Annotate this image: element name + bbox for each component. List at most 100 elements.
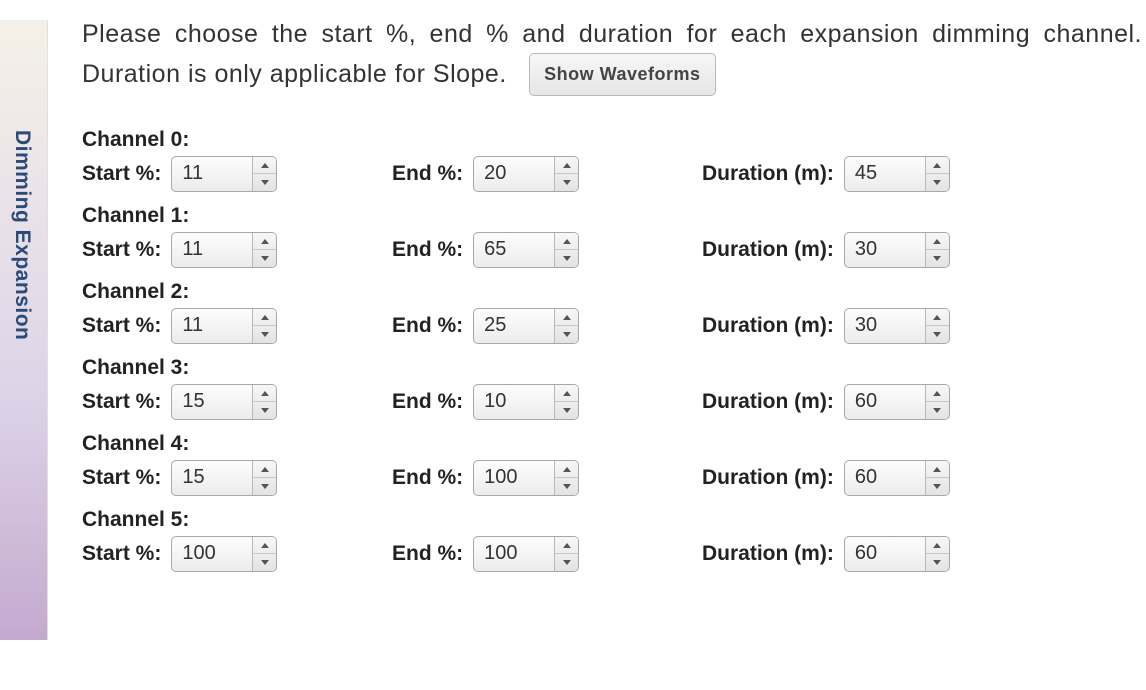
channel-4-end-input[interactable] xyxy=(474,461,554,495)
channel-2-duration-decrement-button[interactable] xyxy=(926,325,949,343)
channel-5-duration-stepper xyxy=(925,537,949,571)
channel-4-start-increment-button[interactable] xyxy=(253,461,276,478)
channel-3-end-spinner xyxy=(473,384,579,420)
channel-5-start-decrement-button[interactable] xyxy=(253,553,276,571)
channel-0-end-input[interactable] xyxy=(474,157,554,191)
channel-0-duration-increment-button[interactable] xyxy=(926,157,949,174)
duration-label: Duration (m): xyxy=(702,466,834,490)
channel-0-end-increment-button[interactable] xyxy=(555,157,578,174)
channel-5-label: Channel 5: xyxy=(82,508,1146,532)
channel-2-start-increment-button[interactable] xyxy=(253,309,276,326)
channel-1-end-decrement-button[interactable] xyxy=(555,249,578,267)
chevron-up-icon xyxy=(261,391,269,396)
channel-1-start-increment-button[interactable] xyxy=(253,233,276,250)
channel-1-duration-input[interactable] xyxy=(845,233,925,267)
channel-5-end-spinner xyxy=(473,536,579,572)
sidebar-label: Dimming Expansion xyxy=(10,130,34,340)
channel-4-end-increment-button[interactable] xyxy=(555,461,578,478)
channel-1-end-increment-button[interactable] xyxy=(555,233,578,250)
channel-1-duration-spinner xyxy=(844,232,950,268)
chevron-up-icon xyxy=(563,163,571,168)
channel-3-duration-input[interactable] xyxy=(845,385,925,419)
channel-5-end-increment-button[interactable] xyxy=(555,537,578,554)
channel-0-duration-spinner xyxy=(844,156,950,192)
channel-0-duration-decrement-button[interactable] xyxy=(926,173,949,191)
channel-4-duration-decrement-button[interactable] xyxy=(926,477,949,495)
channel-5-duration-decrement-button[interactable] xyxy=(926,553,949,571)
channel-2-end-input[interactable] xyxy=(474,309,554,343)
channel-4-start-spinner xyxy=(171,460,277,496)
channel-3-end-input[interactable] xyxy=(474,385,554,419)
channel-2-label: Channel 2: xyxy=(82,280,1146,304)
start-label: Start %: xyxy=(82,390,161,414)
channel-1-label: Channel 1: xyxy=(82,204,1146,228)
channel-3-row: Start %: End %: Duration (m): xyxy=(82,384,1146,420)
channel-2-duration-spinner xyxy=(844,308,950,344)
channel-2-duration-increment-button[interactable] xyxy=(926,309,949,326)
channel-2-duration-input[interactable] xyxy=(845,309,925,343)
channel-5-duration-input[interactable] xyxy=(845,537,925,571)
channel-2-start-decrement-button[interactable] xyxy=(253,325,276,343)
channel-2-end-stepper xyxy=(554,309,578,343)
chevron-up-icon xyxy=(563,543,571,548)
channel-0-start-stepper xyxy=(252,157,276,191)
channel-3-start-decrement-button[interactable] xyxy=(253,401,276,419)
channel-5-end-decrement-button[interactable] xyxy=(555,553,578,571)
channel-4-duration-increment-button[interactable] xyxy=(926,461,949,478)
chevron-up-icon xyxy=(261,239,269,244)
channel-1-duration-decrement-button[interactable] xyxy=(926,249,949,267)
chevron-down-icon xyxy=(261,180,269,185)
channel-5-duration-increment-button[interactable] xyxy=(926,537,949,554)
channel-5-end-input[interactable] xyxy=(474,537,554,571)
channel-4-duration-input[interactable] xyxy=(845,461,925,495)
channel-3-duration-increment-button[interactable] xyxy=(926,385,949,402)
chevron-up-icon xyxy=(933,467,941,472)
channel-5-start-increment-button[interactable] xyxy=(253,537,276,554)
instructions-text: Please choose the start %, end % and dur… xyxy=(82,14,1146,98)
channel-2-end-decrement-button[interactable] xyxy=(555,325,578,343)
channel-0-start-input[interactable] xyxy=(172,157,252,191)
end-label: End %: xyxy=(392,466,463,490)
end-label: End %: xyxy=(392,162,463,186)
channel-1-end-stepper xyxy=(554,233,578,267)
channel-0-label: Channel 0: xyxy=(82,128,1146,152)
channel-3-start-input[interactable] xyxy=(172,385,252,419)
start-label: Start %: xyxy=(82,542,161,566)
channel-2-start-stepper xyxy=(252,309,276,343)
start-label: Start %: xyxy=(82,314,161,338)
chevron-down-icon xyxy=(933,560,941,565)
sidebar-tab[interactable]: Dimming Expansion xyxy=(0,20,48,640)
chevron-down-icon xyxy=(933,484,941,489)
channel-4-end-decrement-button[interactable] xyxy=(555,477,578,495)
channel-4-start-input[interactable] xyxy=(172,461,252,495)
channel-3-duration-decrement-button[interactable] xyxy=(926,401,949,419)
channel-3-end-decrement-button[interactable] xyxy=(555,401,578,419)
duration-label: Duration (m): xyxy=(702,238,834,262)
channel-0-start-increment-button[interactable] xyxy=(253,157,276,174)
end-label: End %: xyxy=(392,542,463,566)
channel-1-end-input[interactable] xyxy=(474,233,554,267)
chevron-down-icon xyxy=(933,180,941,185)
channel-0-end-decrement-button[interactable] xyxy=(555,173,578,191)
channel-0-end-spinner xyxy=(473,156,579,192)
channel-0-end-stepper xyxy=(554,157,578,191)
channel-2-end-increment-button[interactable] xyxy=(555,309,578,326)
chevron-down-icon xyxy=(563,408,571,413)
channel-1-start-input[interactable] xyxy=(172,233,252,267)
channel-1-duration-increment-button[interactable] xyxy=(926,233,949,250)
channel-3-end-increment-button[interactable] xyxy=(555,385,578,402)
channel-1-start-decrement-button[interactable] xyxy=(253,249,276,267)
channel-0-duration-input[interactable] xyxy=(845,157,925,191)
show-waveforms-button[interactable]: Show Waveforms xyxy=(529,53,715,96)
chevron-up-icon xyxy=(261,543,269,548)
channel-3-start-increment-button[interactable] xyxy=(253,385,276,402)
channel-2-start-input[interactable] xyxy=(172,309,252,343)
channel-5-start-input[interactable] xyxy=(172,537,252,571)
channel-4-start-decrement-button[interactable] xyxy=(253,477,276,495)
channel-1-start-spinner xyxy=(171,232,277,268)
channel-0-start-decrement-button[interactable] xyxy=(253,173,276,191)
chevron-down-icon xyxy=(933,408,941,413)
chevron-down-icon xyxy=(933,256,941,261)
channel-5-end-stepper xyxy=(554,537,578,571)
start-label: Start %: xyxy=(82,238,161,262)
